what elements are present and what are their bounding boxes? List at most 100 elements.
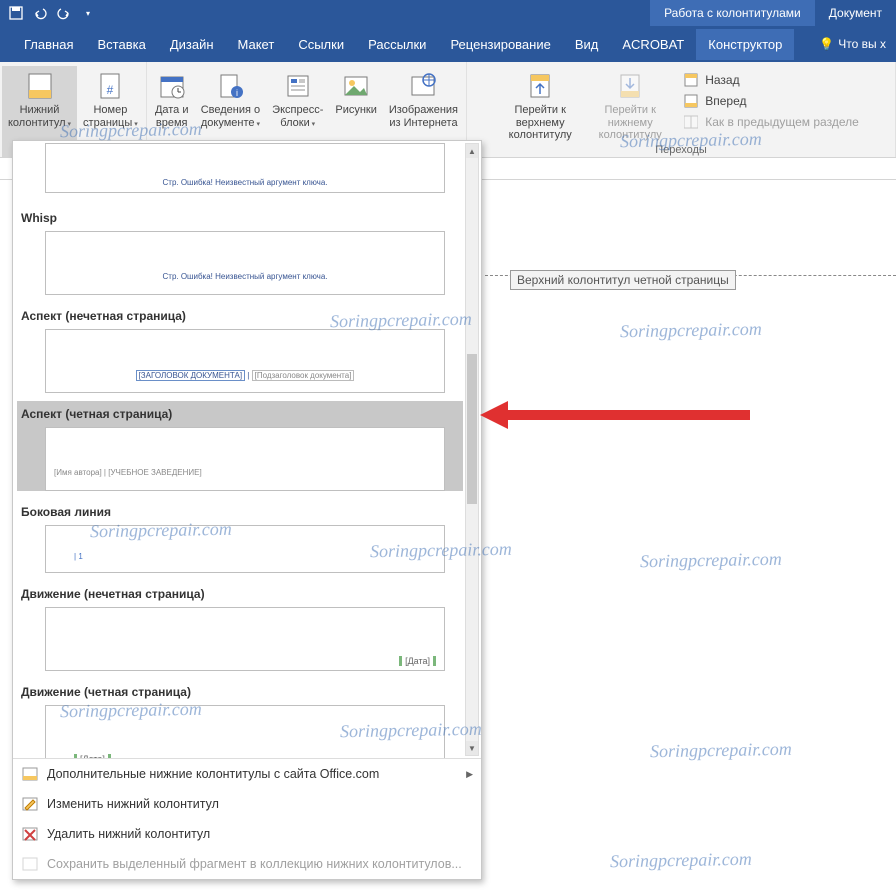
link-previous-button: Как в предыдущем разделе xyxy=(683,114,859,130)
onlinepic-label-2: из Интернета xyxy=(389,117,457,129)
gallery-item-aspect-even[interactable]: Аспект (четная страница) [Имя автора] | … xyxy=(17,401,463,491)
more-footers-office-button[interactable]: Дополнительные нижние колонтитулы с сайт… xyxy=(13,759,481,789)
chevron-down-icon: ▾ xyxy=(310,121,315,128)
pagenum-label-2: страницы xyxy=(83,117,132,129)
ribbon-tabs: Главная Вставка Дизайн Макет Ссылки Расс… xyxy=(0,26,896,62)
gallery-footer-menu: Дополнительные нижние колонтитулы с сайт… xyxy=(13,758,481,879)
calendar-icon xyxy=(156,70,188,102)
undo-icon[interactable] xyxy=(32,5,48,21)
gallery-preview: [Имя автора] | [УЧЕБНОЕ ЗАВЕДЕНИЕ] xyxy=(45,427,445,491)
doc-info-icon: i xyxy=(214,70,246,102)
tab-references[interactable]: Ссылки xyxy=(286,29,356,60)
edit-footer-button[interactable]: Изменить нижний колонтитул xyxy=(13,789,481,819)
scroll-thumb[interactable] xyxy=(467,354,477,504)
gallery-scrollbar[interactable]: ▲ ▼ xyxy=(465,143,479,756)
gallery-item-title: Аспект (нечетная страница) xyxy=(17,303,463,327)
forward-icon xyxy=(683,93,699,109)
qat-dropdown-icon[interactable]: ▾ xyxy=(80,5,96,21)
express-label-1: Экспресс- xyxy=(272,104,323,116)
tab-insert[interactable]: Вставка xyxy=(85,29,157,60)
chevron-down-icon: ▾ xyxy=(255,121,260,128)
tab-layout[interactable]: Макет xyxy=(226,29,287,60)
document-title: Документ xyxy=(815,0,896,26)
preview-page: 1 xyxy=(78,552,82,561)
edit-footer-label: Изменить нижний колонтитул xyxy=(47,797,219,811)
gallery-preview: [ЗАГОЛОВОК ДОКУМЕНТА] | [Подзаголовок до… xyxy=(45,329,445,393)
header-section-label: Верхний колонтитул четной страницы xyxy=(510,270,736,290)
gotofooter-label-2: колонтитулу xyxy=(599,129,662,141)
preview-text: Стр. Ошибка! Неизвестный аргумент ключа. xyxy=(163,178,328,187)
preview-date: [Дата] xyxy=(74,754,111,758)
tab-review[interactable]: Рецензирование xyxy=(438,29,562,60)
nav-links: Назад Вперед Как в предыдущем разделе xyxy=(675,66,867,142)
more-footers-label: Дополнительные нижние колонтитулы с сайт… xyxy=(47,767,379,781)
save-selection-button: Сохранить выделенный фрагмент в коллекци… xyxy=(13,849,481,879)
quick-parts-icon xyxy=(282,70,314,102)
online-picture-icon xyxy=(407,70,439,102)
chevron-right-icon: ▶ xyxy=(466,769,473,780)
preview-institution: [УЧЕБНОЕ ЗАВЕДЕНИЕ] xyxy=(108,468,201,477)
gallery-item-motion-even[interactable]: Движение (четная страница) [Дата] xyxy=(17,679,463,758)
express-label-2: блоки xyxy=(280,117,309,129)
goto-header-button[interactable]: Перейти к верхнемуколонтитулу xyxy=(495,66,585,142)
tab-acrobat[interactable]: ACROBAT xyxy=(610,29,696,60)
tab-constructor[interactable]: Конструктор xyxy=(696,29,794,60)
office-icon xyxy=(21,765,39,783)
gallery-scroll-area[interactable]: Стр. Ошибка! Неизвестный аргумент ключа.… xyxy=(13,141,481,758)
footer-label-2: колонтитул xyxy=(8,117,66,129)
nav-back-button[interactable]: Назад xyxy=(683,72,859,88)
gotoheader-label-2: колонтитулу xyxy=(509,129,572,141)
docinfo-label-1: Сведения о xyxy=(201,104,260,116)
tell-me-label: Что вы х xyxy=(838,37,886,51)
tab-home[interactable]: Главная xyxy=(12,29,85,60)
datetime-label-2: время xyxy=(156,117,188,129)
tab-design[interactable]: Дизайн xyxy=(158,29,226,60)
gallery-item-aspect-odd[interactable]: Аспект (нечетная страница) [ЗАГОЛОВОК ДО… xyxy=(17,303,463,393)
redo-icon[interactable] xyxy=(56,5,72,21)
preview-date: [Дата] xyxy=(399,656,436,666)
footer-label-1: Нижний xyxy=(20,104,60,116)
gallery-item-sideline[interactable]: Боковая линия | 1 xyxy=(17,499,463,573)
gallery-preview: | 1 xyxy=(45,525,445,573)
chevron-down-icon: ▾ xyxy=(132,121,137,128)
gallery-preview: Стр. Ошибка! Неизвестный аргумент ключа. xyxy=(45,143,445,193)
tab-view[interactable]: Вид xyxy=(563,29,611,60)
gallery-preview: [Дата] xyxy=(45,607,445,671)
gallery-item-whisp[interactable]: Стр. Ошибка! Неизвестный аргумент ключа.… xyxy=(17,143,463,295)
footer-gallery-dropdown: Стр. Ошибка! Неизвестный аргумент ключа.… xyxy=(12,140,482,880)
remove-footer-label: Удалить нижний колонтитул xyxy=(47,827,210,841)
goto-header-icon xyxy=(524,70,556,102)
preview-subtitle: [Подзаголовок документа] xyxy=(252,370,355,381)
tell-me[interactable]: 💡 Что вы х xyxy=(809,37,896,51)
gallery-item-title: Аспект (четная страница) xyxy=(17,401,463,425)
datetime-label-1: Дата и xyxy=(155,104,189,116)
tab-mailings[interactable]: Рассылки xyxy=(356,29,438,60)
remove-footer-button[interactable]: Удалить нижний колонтитул xyxy=(13,819,481,849)
docinfo-label-2: документе xyxy=(201,117,255,129)
gallery-item-title: Движение (четная страница) xyxy=(17,679,463,703)
group-label-transitions: Переходы xyxy=(469,142,893,160)
gallery-preview: [Дата] xyxy=(45,705,445,758)
save-icon[interactable] xyxy=(8,5,24,21)
page-number-icon: # xyxy=(94,70,126,102)
edit-footer-icon xyxy=(21,795,39,813)
onlinepic-label-1: Изображения xyxy=(389,104,458,116)
picture-icon xyxy=(340,70,372,102)
contextual-tab-header-footer[interactable]: Работа с колонтитулами xyxy=(650,0,815,26)
gallery-item-motion-odd[interactable]: Движение (нечетная страница) [Дата] xyxy=(17,581,463,671)
gallery-item-title: Боковая линия xyxy=(17,499,463,523)
gallery-item-title: Движение (нечетная страница) xyxy=(17,581,463,605)
scroll-up-icon[interactable]: ▲ xyxy=(466,144,478,158)
back-icon xyxy=(683,72,699,88)
link-previous-label: Как в предыдущем разделе xyxy=(705,115,859,129)
gallery-item-title: Whisp xyxy=(17,201,463,229)
preview-author: [Имя автора] xyxy=(54,468,102,477)
scroll-down-icon[interactable]: ▼ xyxy=(466,741,478,755)
annotation-arrow xyxy=(480,395,750,435)
goto-footer-icon xyxy=(614,70,646,102)
quick-access-toolbar: ▾ xyxy=(0,5,96,21)
gallery-preview: Стр. Ошибка! Неизвестный аргумент ключа. xyxy=(45,231,445,295)
svg-text:#: # xyxy=(107,83,114,97)
nav-forward-button[interactable]: Вперед xyxy=(683,93,859,109)
goto-footer-button: Перейти к нижнемуколонтитулу xyxy=(585,66,675,142)
